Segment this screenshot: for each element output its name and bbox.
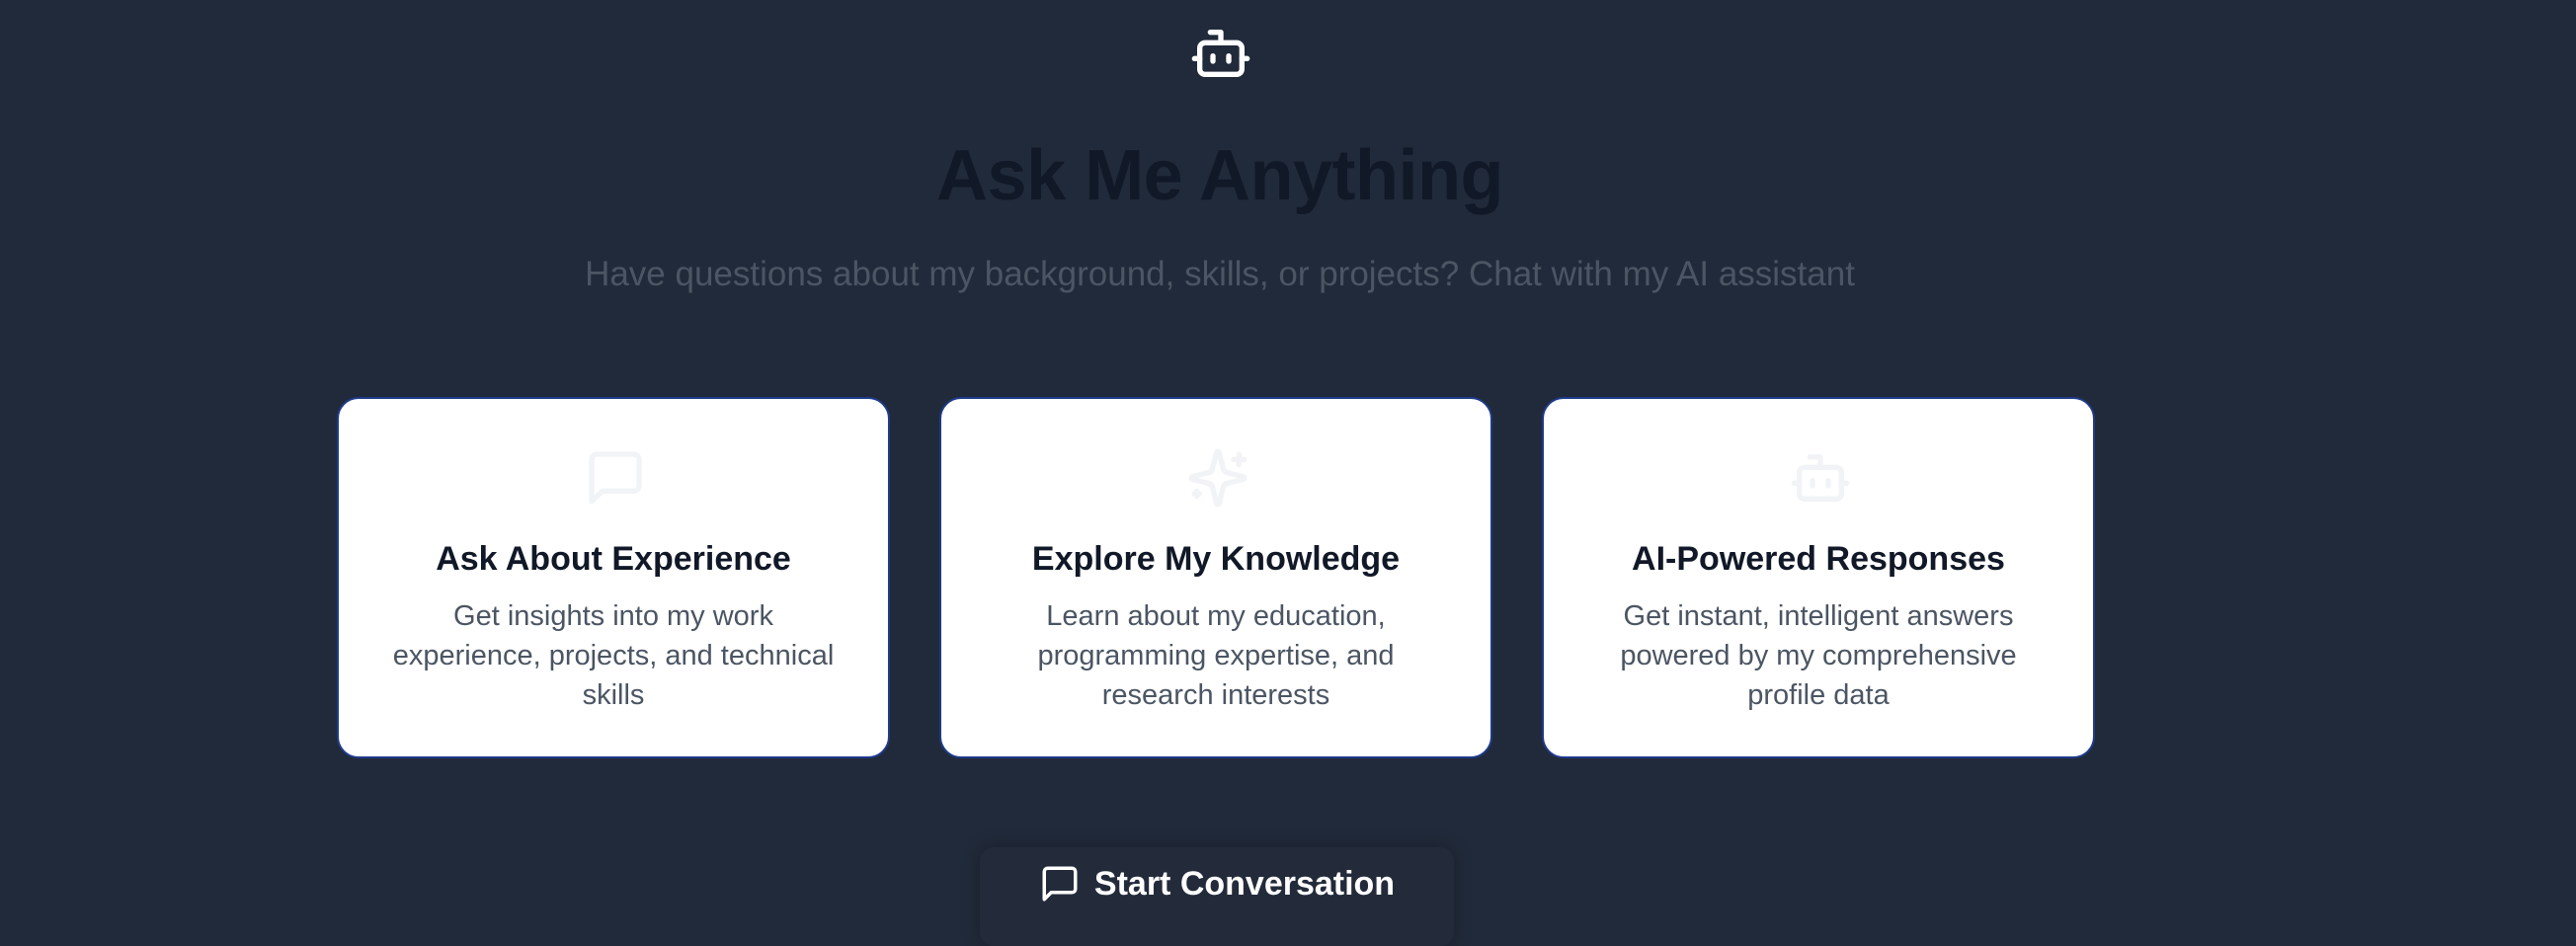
page-title: Ask Me Anything: [936, 136, 1503, 215]
card-description: Learn about my education, programming ex…: [1037, 600, 1395, 711]
card-title: AI-Powered Responses: [1632, 540, 2005, 578]
card-description: Get instant, intelligent answers powered…: [1620, 600, 2017, 711]
start-conversation-button[interactable]: Start Conversation: [980, 847, 1454, 946]
feature-card-experience: Ask About Experience Get insights into m…: [337, 397, 890, 758]
page-subtitle: Have questions about my background, skil…: [585, 255, 1855, 293]
bot-icon: [1191, 29, 1250, 77]
feature-card-knowledge: Explore My Knowledge Learn about my educ…: [939, 397, 1492, 758]
card-title: Ask About Experience: [436, 540, 791, 578]
card-title: Explore My Knowledge: [1031, 540, 1401, 578]
message-square-icon: [1042, 866, 1078, 902]
bot-icon: [1791, 454, 1850, 502]
sparkles-icon: [1188, 448, 1248, 508]
feature-cards: Ask About Experience Get insights into m…: [337, 397, 2095, 758]
start-conversation-label: Start Conversation: [1093, 865, 1396, 903]
card-description: Get insights into my work experience, pr…: [392, 600, 835, 711]
feature-card-ai: AI-Powered Responses Get instant, intell…: [1542, 397, 2095, 758]
message-square-icon: [589, 451, 642, 505]
